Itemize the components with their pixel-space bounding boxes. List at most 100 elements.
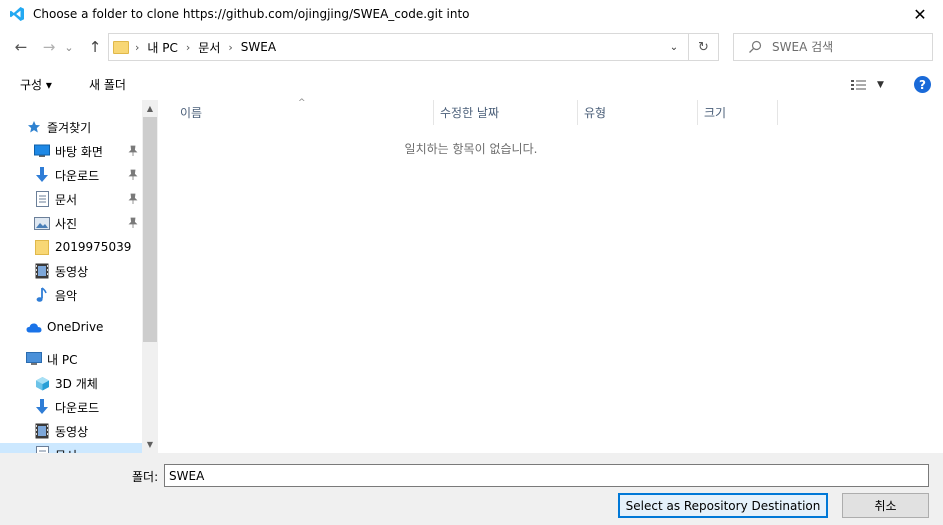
file-list-pane[interactable]: 이름 ^ 수정한 날짜 유형 크기 일치하는 항목이 없습니다. — [158, 98, 943, 453]
search-box[interactable] — [733, 33, 933, 61]
video-icon — [34, 423, 50, 439]
sidebar-item-desktop[interactable]: 바탕 화면 — [0, 140, 142, 162]
sort-ascending-icon: ^ — [298, 98, 306, 108]
cancel-button[interactable]: 취소 — [842, 493, 929, 518]
breadcrumb-separator: › — [228, 40, 233, 54]
document-icon — [34, 446, 50, 453]
sidebar-item-label: 동영상 — [55, 264, 89, 279]
column-header-date-modified[interactable]: 수정한 날짜 — [434, 100, 578, 125]
new-folder-button[interactable]: 새 폴더 — [89, 76, 126, 93]
desktop-icon — [34, 143, 50, 159]
sidebar-item-label: 즐겨찾기 — [47, 120, 92, 135]
sidebar-item-label: 다운로드 — [55, 400, 100, 415]
sidebar-item-documents[interactable]: 문서 — [0, 188, 142, 210]
cube-icon — [34, 375, 50, 391]
scroll-thumb[interactable] — [143, 117, 157, 342]
search-icon — [749, 40, 762, 53]
column-header-name[interactable]: 이름 ^ — [174, 98, 434, 125]
document-icon — [34, 191, 50, 207]
navigation-scrollbar[interactable]: ▲ ▼ — [142, 100, 158, 453]
column-header-type[interactable]: 유형 — [578, 100, 698, 125]
breadcrumb-swea[interactable]: SWEA — [241, 40, 276, 54]
close-icon: ✕ — [913, 4, 927, 24]
details-view-icon — [851, 80, 866, 90]
sidebar-item-label: 내 PC — [47, 352, 78, 367]
pictures-icon — [34, 215, 50, 231]
chevron-down-icon: ▼ — [877, 80, 884, 90]
sidebar-item-videos[interactable]: 동영상 — [0, 260, 142, 282]
organize-button[interactable]: 구성 ▾ — [20, 76, 52, 93]
sidebar-item-label: 문서 — [55, 192, 78, 207]
star-icon — [26, 119, 42, 135]
pin-icon — [128, 217, 138, 228]
download-icon — [34, 167, 50, 183]
refresh-icon: ↻ — [698, 39, 709, 55]
sidebar-item-3d-objects[interactable]: 3D 개체 — [0, 372, 142, 394]
sidebar-item-folder-2019975039[interactable]: 2019975039 — [0, 236, 142, 258]
address-row: ← → ⌄ ↑ › 내 PC › 문서 › SWEA ⌄ ↻ — [0, 32, 943, 62]
sidebar-item-videos-pc[interactable]: 동영상 — [0, 420, 142, 442]
address-dropdown-button[interactable]: ⌄ — [664, 34, 684, 60]
sidebar-item-this-pc[interactable]: 내 PC — [0, 348, 142, 370]
back-button[interactable]: ← — [10, 36, 32, 58]
sidebar-item-label: 사진 — [55, 216, 78, 231]
video-icon — [34, 263, 50, 279]
search-input[interactable] — [772, 40, 922, 54]
breadcrumb-my-pc[interactable]: 내 PC — [147, 39, 177, 56]
sidebar-item-downloads-pc[interactable]: 다운로드 — [0, 396, 142, 418]
folder-name-input[interactable] — [164, 464, 929, 487]
window-title: Choose a folder to clone https://github.… — [33, 7, 470, 21]
cloud-icon — [26, 319, 42, 335]
chevron-down-icon: ⌄ — [669, 41, 679, 53]
breadcrumb-separator: › — [185, 40, 191, 54]
column-header-label: 유형 — [584, 106, 607, 120]
folder-icon — [113, 40, 129, 54]
title-bar: Choose a folder to clone https://github.… — [0, 0, 943, 28]
sidebar-item-documents-pc[interactable]: 문서 — [0, 443, 142, 453]
dialog-footer: 폴더: Select as Repository Destination 취소 — [0, 453, 943, 525]
breadcrumb-separator: › — [135, 40, 140, 54]
help-button[interactable]: ? — [914, 76, 931, 93]
empty-folder-message: 일치하는 항목이 없습니다. — [404, 142, 538, 156]
sidebar-item-music[interactable]: 음악 — [0, 284, 142, 306]
command-toolbar: 구성 ▾ 새 폴더 ▼ ? — [0, 68, 943, 100]
folder-icon — [34, 239, 50, 255]
pin-icon — [128, 193, 138, 204]
chevron-down-icon: ⌄ — [64, 40, 74, 54]
download-icon — [34, 399, 50, 415]
pin-icon — [128, 169, 138, 180]
up-button[interactable]: ↑ — [84, 36, 106, 58]
up-arrow-icon: ↑ — [88, 38, 102, 56]
forward-arrow-icon: → — [42, 38, 56, 56]
sidebar-item-label: 음악 — [55, 288, 78, 303]
vscode-icon — [10, 7, 24, 21]
sidebar-item-label: 다운로드 — [55, 168, 100, 183]
scroll-down-arrow-icon: ▼ — [146, 440, 154, 449]
sidebar-item-label: 바탕 화면 — [55, 144, 103, 159]
column-header-size[interactable]: 크기 — [698, 100, 778, 125]
help-icon: ? — [919, 77, 926, 92]
address-bar[interactable]: › 내 PC › 문서 › SWEA ⌄ ↻ — [108, 33, 719, 61]
select-repository-destination-button[interactable]: Select as Repository Destination — [618, 493, 828, 518]
pin-icon — [128, 145, 138, 156]
breadcrumb-documents[interactable]: 문서 — [198, 39, 220, 56]
forward-button[interactable]: → — [38, 36, 60, 58]
column-header-label: 크기 — [704, 106, 727, 120]
sidebar-item-quick-access[interactable]: 즐겨찾기 — [0, 116, 142, 138]
sidebar-item-downloads[interactable]: 다운로드 — [0, 164, 142, 186]
refresh-button[interactable]: ↻ — [688, 34, 718, 60]
scroll-up-button[interactable]: ▲ — [142, 100, 158, 117]
recent-locations-button[interactable]: ⌄ — [62, 36, 76, 58]
sidebar-item-label: 2019975039 — [55, 240, 132, 254]
back-arrow-icon: ← — [14, 38, 28, 56]
computer-icon — [26, 351, 42, 367]
close-button[interactable]: ✕ — [897, 0, 943, 28]
scroll-up-arrow-icon: ▲ — [146, 104, 154, 113]
view-options-button[interactable]: ▼ — [850, 77, 888, 93]
sidebar-item-onedrive[interactable]: OneDrive — [0, 316, 142, 338]
sidebar-item-pictures[interactable]: 사진 — [0, 212, 142, 234]
column-header-label: 이름 — [180, 106, 203, 120]
sidebar-item-label: OneDrive — [47, 320, 104, 334]
scroll-down-button[interactable]: ▼ — [142, 436, 158, 453]
navigation-pane: 즐겨찾기 바탕 화면 다운로드 문서 사진 2019975039 동영상 음악 … — [0, 100, 158, 453]
